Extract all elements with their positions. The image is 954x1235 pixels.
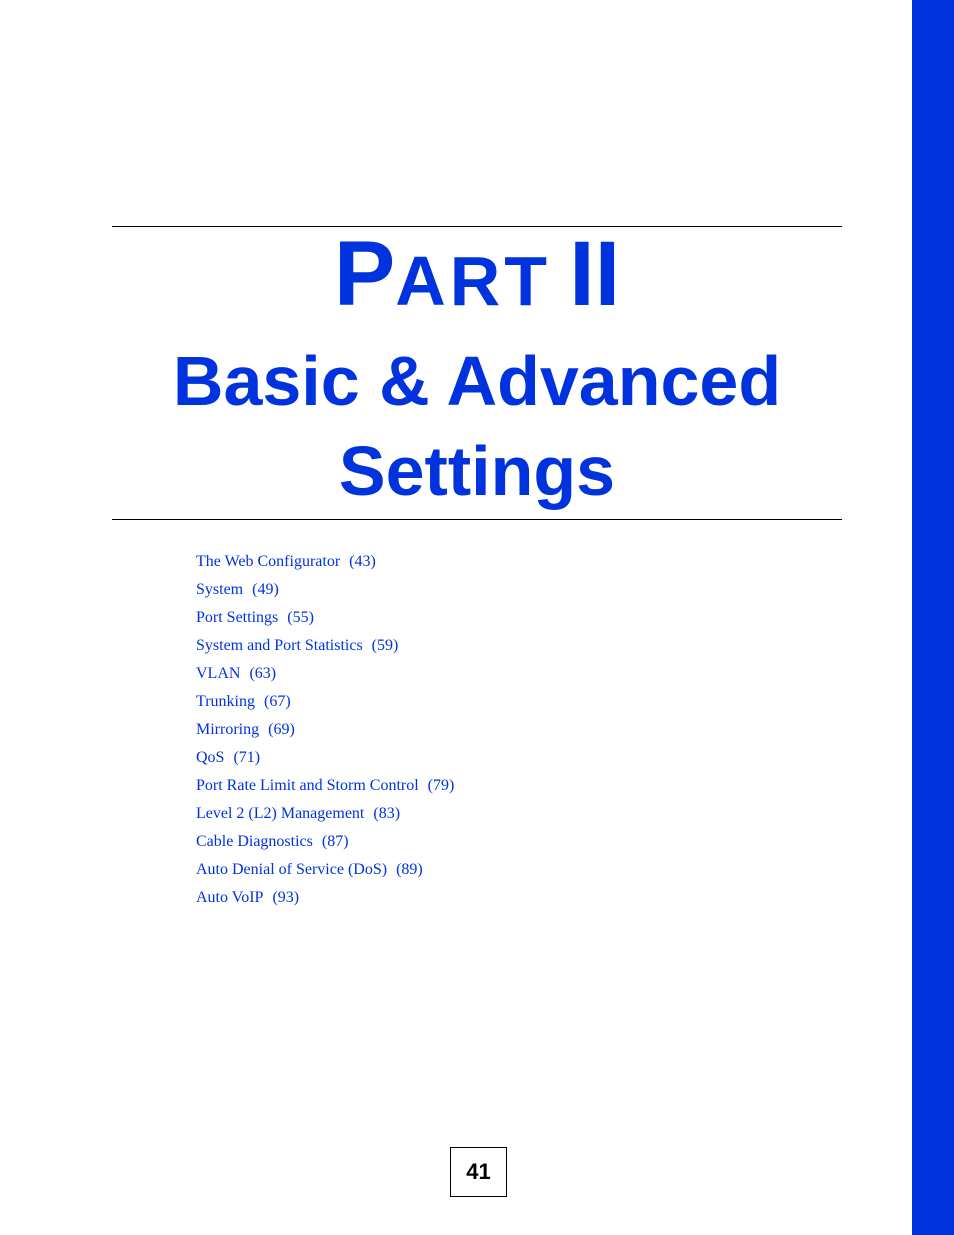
part-heading: PART II bbox=[112, 228, 842, 320]
part-rest-letters: ART bbox=[395, 242, 552, 320]
toc-title: Port Settings bbox=[196, 609, 279, 626]
toc-title: System bbox=[196, 581, 244, 598]
toc-page: (67) bbox=[263, 693, 291, 710]
toc-link[interactable]: QoS (71) bbox=[196, 744, 454, 772]
toc-page: (83) bbox=[373, 805, 401, 822]
toc-title: QoS bbox=[196, 749, 225, 766]
toc-link[interactable]: Cable Diagnostics (87) bbox=[196, 828, 454, 856]
toc-page: (87) bbox=[321, 833, 349, 850]
part-title-line-1: Basic & Advanced bbox=[172, 342, 782, 420]
part-numeral: II bbox=[569, 223, 621, 325]
toc-link[interactable]: Mirroring (69) bbox=[196, 716, 454, 744]
toc-page: (71) bbox=[233, 749, 261, 766]
part-title: Basic & Advanced Settings bbox=[112, 336, 842, 516]
toc-link[interactable]: Auto VoIP (93) bbox=[196, 884, 454, 912]
part-title-line-2: Settings bbox=[338, 432, 616, 510]
part-first-letter: P bbox=[333, 223, 396, 325]
toc-title: The Web Configurator bbox=[196, 553, 341, 570]
toc-title: Trunking bbox=[196, 693, 255, 710]
toc-page: (63) bbox=[249, 665, 277, 682]
toc-link[interactable]: Trunking (67) bbox=[196, 688, 454, 716]
toc-page: (43) bbox=[349, 553, 376, 570]
toc-link[interactable]: System and Port Statistics (59) bbox=[196, 632, 454, 660]
toc-page: (69) bbox=[268, 721, 295, 738]
toc-title: Cable Diagnostics bbox=[196, 833, 313, 850]
toc-link[interactable]: Port Settings (55) bbox=[196, 604, 454, 632]
top-divider bbox=[112, 226, 842, 227]
toc-title: VLAN bbox=[196, 665, 241, 682]
toc-title: Level 2 (L2) Management bbox=[196, 805, 365, 822]
toc-link[interactable]: Level 2 (L2) Management (83) bbox=[196, 800, 454, 828]
bottom-divider bbox=[112, 519, 842, 520]
toc-page: (93) bbox=[272, 889, 300, 906]
toc-link[interactable]: Port Rate Limit and Storm Control (79) bbox=[196, 772, 454, 800]
toc-page: (89) bbox=[396, 861, 423, 878]
toc-title: Port Rate Limit and Storm Control bbox=[196, 777, 419, 794]
toc-link[interactable]: Auto Denial of Service (DoS) (89) bbox=[196, 856, 454, 884]
toc-title: Auto Denial of Service (DoS) bbox=[196, 861, 388, 878]
toc-link[interactable]: VLAN (63) bbox=[196, 660, 454, 688]
toc-page: (79) bbox=[427, 777, 455, 794]
toc-link[interactable]: System (49) bbox=[196, 576, 454, 604]
page-number: 41 bbox=[450, 1147, 507, 1197]
toc-title: System and Port Statistics bbox=[196, 637, 363, 654]
toc-title: Mirroring bbox=[196, 721, 260, 738]
toc-title: Auto VoIP bbox=[196, 889, 264, 906]
toc-page: (59) bbox=[371, 637, 399, 654]
toc-link[interactable]: The Web Configurator (43) bbox=[196, 548, 454, 576]
toc-page: (55) bbox=[287, 609, 314, 626]
toc-page: (49) bbox=[252, 581, 279, 598]
chapter-list: The Web Configurator (43) System (49) Port… bbox=[196, 548, 454, 912]
chapter-side-tab bbox=[912, 0, 954, 1235]
